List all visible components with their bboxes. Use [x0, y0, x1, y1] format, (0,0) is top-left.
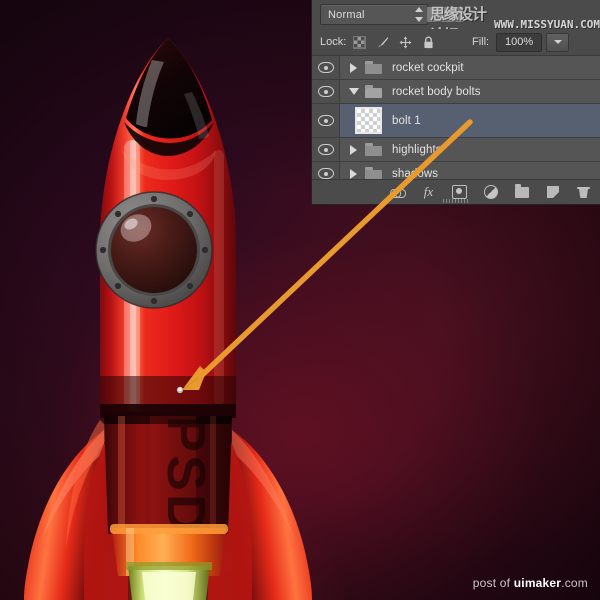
lock-fill-row: Lock: Fill: 100% [312, 29, 600, 56]
new-adjustment-layer-icon[interactable] [483, 185, 498, 200]
panel-resize-grip[interactable] [443, 199, 469, 203]
layer-name: rocket cockpit [392, 62, 464, 74]
blend-mode-stepper-icon[interactable] [414, 7, 423, 22]
layer-row-bolt-1[interactable]: bolt 1 [312, 104, 600, 138]
lock-position-icon[interactable] [399, 36, 412, 49]
eye-icon [318, 86, 334, 97]
blend-mode-row: Normal 思缘设计论坛 WWW.MISSYUAN.COM [312, 0, 600, 29]
blend-mode-select[interactable]: Normal [320, 4, 428, 25]
folder-open-icon [365, 85, 382, 98]
layer-list: rocket cockpit rocket body bolts bolt 1 … [312, 56, 600, 186]
lock-transparent-pixels-icon[interactable] [353, 36, 366, 49]
layer-style-fx-icon[interactable]: fx [421, 185, 436, 200]
chevron-down-icon [349, 88, 359, 95]
chevron-right-icon [350, 169, 357, 179]
group-expand-toggle[interactable] [340, 63, 362, 73]
eye-icon [318, 115, 334, 126]
add-layer-mask-icon[interactable] [452, 185, 467, 200]
fill-control[interactable]: Fill: 100% [472, 33, 569, 52]
eye-icon [318, 144, 334, 155]
screenshot-root: PSD Normal 思缘设计论坛 WWW.MISSYUAN.COM [0, 0, 600, 600]
folder-icon [365, 143, 382, 156]
delete-layer-icon[interactable] [576, 185, 591, 200]
rocket-psd-text: PSD [156, 416, 216, 536]
eye-icon [318, 168, 334, 179]
folder-icon [365, 61, 382, 74]
group-collapse-toggle[interactable] [340, 88, 362, 95]
credit-prefix: post of [473, 576, 514, 590]
fill-value[interactable]: 100% [496, 33, 542, 52]
layers-panel-footer: fx [312, 179, 600, 204]
lock-all-icon[interactable] [422, 36, 435, 49]
layer-visibility-toggle[interactable] [312, 80, 340, 103]
group-expand-toggle[interactable] [340, 169, 362, 179]
watermark-block [427, 7, 463, 22]
group-expand-toggle[interactable] [340, 145, 362, 155]
layer-visibility-toggle[interactable] [312, 56, 340, 79]
layer-visibility-toggle[interactable] [312, 104, 340, 137]
rocket-porthole [96, 192, 212, 308]
layer-row-highlights[interactable]: highlights [312, 138, 600, 162]
lock-image-pixels-icon[interactable] [376, 36, 389, 49]
link-layers-icon[interactable] [390, 185, 405, 200]
layer-row-rocket-cockpit[interactable]: rocket cockpit [312, 56, 600, 80]
fill-label: Fill: [472, 36, 489, 48]
eye-icon [318, 62, 334, 73]
layer-name: bolt 1 [392, 115, 421, 127]
fill-dropdown-icon[interactable] [546, 33, 569, 52]
layer-thumbnail[interactable] [355, 107, 382, 134]
layer-row-rocket-body-bolts[interactable]: rocket body bolts [312, 80, 600, 104]
layers-panel[interactable]: Normal 思缘设计论坛 WWW.MISSYUAN.COM Lock: [311, 0, 600, 205]
layer-visibility-toggle[interactable] [312, 138, 340, 161]
layer-name: shadows [392, 168, 438, 180]
lock-label: Lock: [320, 36, 346, 48]
credit-text: post of uimaker.com [473, 576, 588, 590]
chevron-right-icon [350, 145, 357, 155]
layer-name: rocket body bolts [392, 86, 481, 98]
credit-suffix: .com [561, 576, 588, 590]
credit-brand: uimaker [514, 576, 561, 590]
new-layer-icon[interactable] [545, 185, 560, 200]
chevron-right-icon [350, 63, 357, 73]
new-group-icon[interactable] [514, 185, 529, 200]
blend-mode-value: Normal [321, 9, 365, 21]
layer-name: highlights [392, 144, 442, 156]
rocket-body-bolt-target [176, 387, 184, 395]
